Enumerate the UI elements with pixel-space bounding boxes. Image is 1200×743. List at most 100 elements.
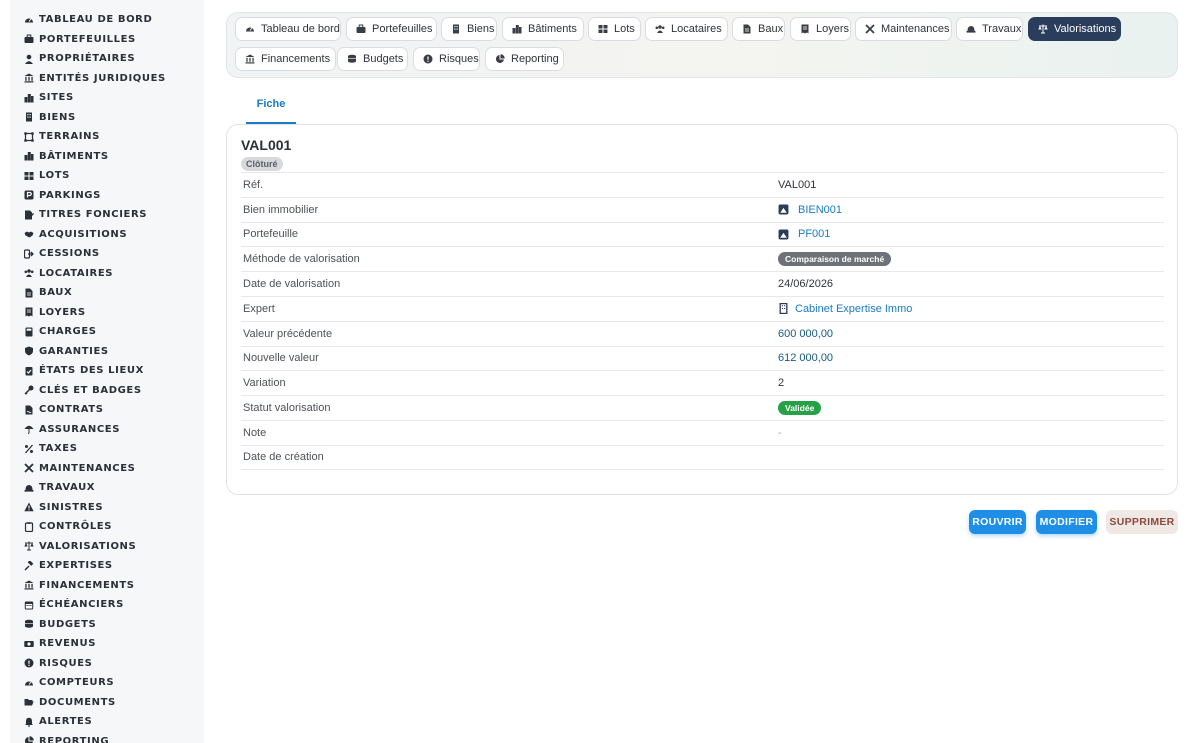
field-value-methode: Comparaison de marché [778,252,892,267]
nav-tab-risques[interactable]: Risques [413,47,480,71]
field-row-portefeuille: Portefeuille PF001 [241,221,1164,247]
nav-tab-label: Locataires [671,23,722,35]
nav-tab-financements[interactable]: Financements [235,47,336,71]
reopen-button[interactable]: ROUVRIR [969,510,1026,534]
nav-tab-batiments[interactable]: Bâtiments [502,17,584,41]
sidebar-item-label: TABLEAU DE BORD [39,14,153,26]
expert-link[interactable]: Cabinet Expertise Immo [778,303,912,315]
sidebar-item-charges[interactable]: CHARGES [10,322,204,342]
briefcase-icon [356,24,366,35]
edit-button[interactable]: MODIFIER [1036,510,1097,534]
nav-tab-label: Maintenances [881,23,950,35]
sidebar-item-parkings[interactable]: PARKINGS [10,186,204,206]
nav-tab-lots[interactable]: Lots [588,17,641,41]
sidebar-item-compteurs[interactable]: COMPTEURS [10,673,204,693]
nav-tab-budgets[interactable]: Budgets [337,47,408,71]
sidebar-item-locataires[interactable]: LOCATAIRES [10,264,204,284]
sidebar-item-expertises[interactable]: EXPERTISES [10,556,204,576]
sidebar-item-batiments[interactable]: BÂTIMENTS [10,147,204,167]
nav-tab-loyers[interactable]: Loyers [790,17,851,41]
folder-open-icon [23,697,34,708]
sidebar-item-label: TRAVAUX [39,482,96,494]
sidebar-item-acquisitions[interactable]: ACQUISITIONS [10,225,204,245]
nav-tab-label: Travaux [982,23,1022,35]
sidebar-item-proprietaires[interactable]: PROPRIÉTAIRES [10,49,204,69]
sidebar-item-echeanciers[interactable]: ÉCHÉANCIERS [10,595,204,615]
sidebar-item-label: ÉTATS DES LIEUX [39,365,144,377]
sidebar-item-tableau-de-bord[interactable]: TABLEAU DE BORD [10,10,204,30]
sidebar-item-travaux[interactable]: TRAVAUX [10,478,204,498]
nav-tab-locataires[interactable]: Locataires [645,17,728,41]
file-icon [23,287,34,298]
sidebar-item-label: ALERTES [39,716,93,728]
field-label: Bien immobilier [243,203,319,216]
sidebar-item-label: CLÉS ET BADGES [39,384,142,396]
sidebar-item-financements[interactable]: FINANCEMENTS [10,576,204,596]
sidebar-item-garanties[interactable]: GARANTIES [10,342,204,362]
sidebar-item-contrats[interactable]: CONTRATS [10,400,204,420]
sidebar-item-lots[interactable]: LOTS [10,166,204,186]
sidebar-item-revenus[interactable]: REVENUS [10,634,204,654]
city-icon [23,151,34,162]
portefeuille-link[interactable]: PF001 [778,228,830,240]
nav-tab-biens[interactable]: Biens [441,17,497,41]
sidebar-item-loyers[interactable]: LOYERS [10,303,204,323]
sidebar-item-alertes[interactable]: ALERTES [10,712,204,732]
field-row-ref: Réf. VAL001 [241,172,1164,197]
sidebar-item-controles[interactable]: CONTRÔLES [10,517,204,537]
bien-link[interactable]: BIEN001 [778,204,842,216]
sidebar-item-assurances[interactable]: ASSURANCES [10,420,204,440]
sidebar-item-sinistres[interactable]: SINISTRES [10,498,204,518]
sidebar-item-reporting[interactable]: REPORTING [10,732,204,743]
field-value-variation: 2 [778,377,785,390]
exclamation-circle-icon [23,658,34,669]
briefcase-icon [23,34,34,45]
sidebar-item-label: DOCUMENTS [39,696,116,708]
sidebar-item-label: ENTITÉS JURIDIQUES [39,72,166,84]
nav-tab-label: Loyers [816,23,850,35]
nav-tab-label: Reporting [511,53,559,65]
detail-card: VAL001 Clôturé Réf. VAL001 Bien immobili… [226,124,1178,495]
sidebar-item-label: REVENUS [39,638,96,650]
sidebar-item-cles-et-badges[interactable]: CLÉS ET BADGES [10,381,204,401]
field-row-statut: Statut valorisation Validée [241,395,1164,420]
nav-tab-label: Lots [614,23,635,35]
calculator-icon [23,326,34,337]
nav-tab-travaux[interactable]: Travaux [956,17,1023,41]
sidebar-item-terrains[interactable]: TERRAINS [10,127,204,147]
nav-tab-maintenances[interactable]: Maintenances [855,17,952,41]
sidebar-item-risques[interactable]: RISQUES [10,654,204,674]
sidebar-item-label: ÉCHÉANCIERS [39,599,124,611]
sidebar-item-taxes[interactable]: TAXES [10,439,204,459]
sidebar-item-portefeuilles[interactable]: PORTEFEUILLES [10,30,204,50]
delete-button[interactable]: SUPPRIMER [1106,510,1178,534]
field-value-valeur-precedente: 600 000,00 [778,327,834,340]
nav-tab-label: Portefeuilles [372,23,433,35]
nav-tab-reporting[interactable]: Reporting [485,47,564,71]
nav-tab-valorisations[interactable]: Valorisations [1028,17,1121,41]
sidebar-item-label: BAUX [39,287,73,299]
top-navigation: Tableau de bord Portefeuilles Biens Bâtimen… [226,12,1178,78]
sidebar-item-label: LOCATAIRES [39,267,114,279]
sidebar-item-budgets[interactable]: BUDGETS [10,615,204,635]
sidebar-item-label: TAXES [39,443,78,455]
sidebar-item-baux[interactable]: BAUX [10,283,204,303]
percent-icon [23,443,34,454]
sidebar-item-biens[interactable]: BIENS [10,108,204,128]
nav-tab-baux[interactable]: Baux [732,17,785,41]
nav-tab-tableau-de-bord[interactable]: Tableau de bord [235,17,341,41]
sidebar-item-sites[interactable]: SITES [10,88,204,108]
umbrella-icon [23,424,34,435]
sidebar-item-entites-juridiques[interactable]: ENTITÉS JURIDIQUES [10,69,204,89]
sidebar-item-valorisations[interactable]: VALORISATIONS [10,537,204,557]
tab-fiche[interactable]: Fiche [246,92,296,124]
nav-tab-portefeuilles[interactable]: Portefeuilles [346,17,437,41]
sidebar-item-label: BUDGETS [39,618,97,630]
sidebar-item-etats-des-lieux[interactable]: ÉTATS DES LIEUX [10,361,204,381]
handshake-icon [23,229,34,240]
sidebar-item-cessions[interactable]: CESSIONS [10,244,204,264]
sidebar-item-titres-fonciers[interactable]: TITRES FONCIERS [10,205,204,225]
sidebar-item-maintenances[interactable]: MAINTENANCES [10,459,204,479]
sidebar-item-documents[interactable]: DOCUMENTS [10,693,204,713]
calendar-icon [23,599,34,610]
